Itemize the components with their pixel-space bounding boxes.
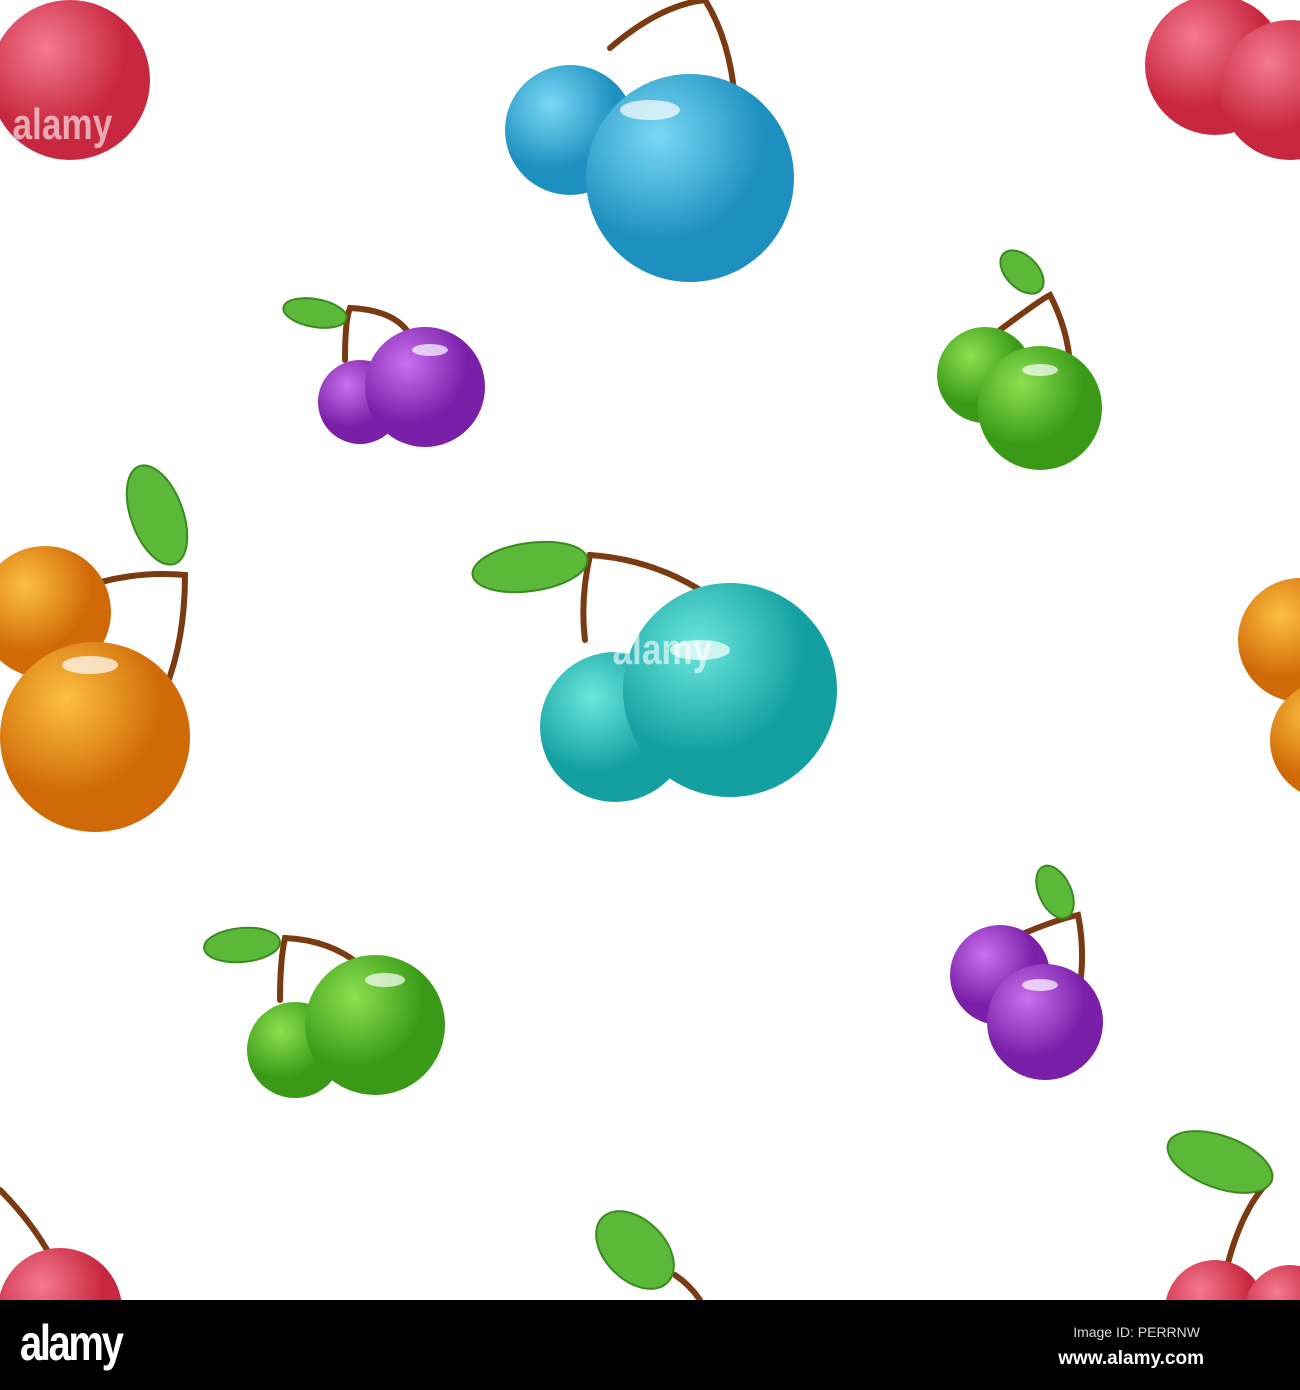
cherry-blue xyxy=(505,65,794,282)
pattern-image: alamy alamy alamy Image ID: PERRNW www.a… xyxy=(0,0,1300,1390)
cherry-orange-right xyxy=(1238,578,1300,792)
alamy-logo: alamy xyxy=(20,1315,124,1371)
watermark-bar: alamy Image ID: PERRNW www.alamy.com xyxy=(0,1300,1300,1390)
watermark-logo: alamy xyxy=(12,100,113,149)
watermark-logo: alamy xyxy=(612,625,713,674)
site-url: www.alamy.com xyxy=(1058,1348,1204,1369)
cherry-green-right xyxy=(937,327,1102,470)
image-id: Image ID: PERRNW xyxy=(1073,1324,1200,1340)
cherry-pink-top-right xyxy=(1145,0,1300,160)
cherry-orange-left xyxy=(0,546,190,832)
cherry-green-lower xyxy=(247,955,445,1098)
